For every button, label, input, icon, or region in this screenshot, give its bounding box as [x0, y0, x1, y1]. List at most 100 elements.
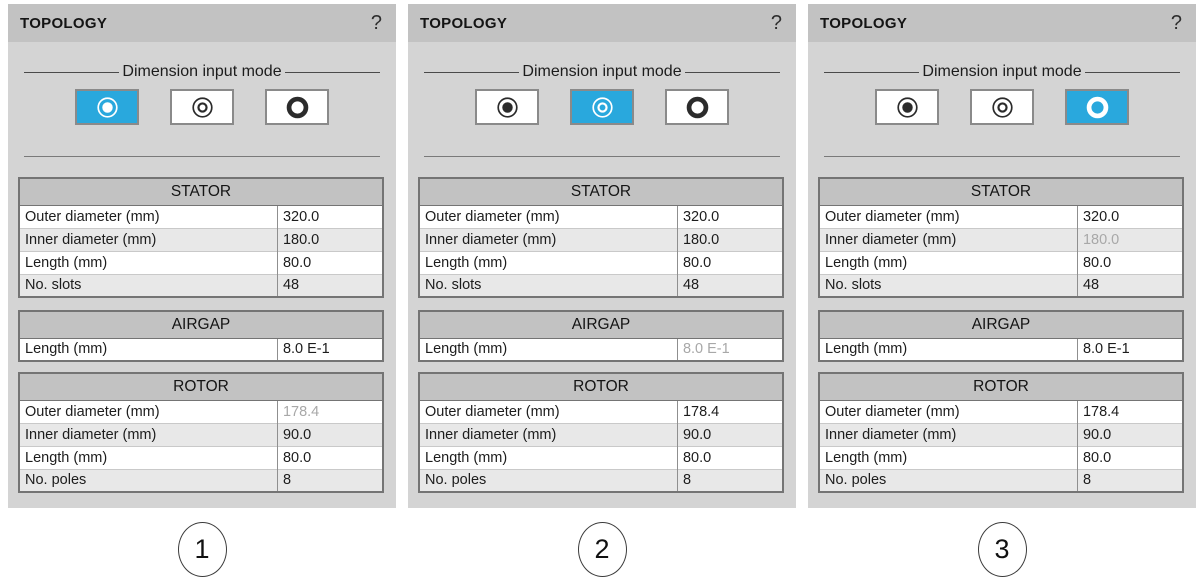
stator-outer-diameter-input[interactable]: 320.0: [677, 205, 783, 228]
rotor-table-header: ROTOR: [19, 373, 383, 400]
dimension-input-mode-legend: Dimension input mode: [24, 62, 380, 82]
help-question-icon[interactable]: ?: [371, 13, 382, 33]
table-row: Length (mm) 80.0: [819, 446, 1183, 469]
help-question-icon[interactable]: ?: [1171, 13, 1182, 33]
table-row: Outer diameter (mm) 178.4: [419, 400, 783, 423]
row-label: Inner diameter (mm): [19, 423, 277, 446]
dimension-mode-1-button[interactable]: [875, 89, 939, 125]
stator-outer-diameter-input[interactable]: 320.0: [1077, 205, 1183, 228]
dimension-mode-2-button[interactable]: [170, 89, 234, 125]
dimension-input-mode-label: Dimension input mode: [919, 63, 1084, 81]
row-label: Inner diameter (mm): [419, 423, 677, 446]
radio-thick-ring-icon: [1084, 94, 1111, 121]
stator-table: STATOR Outer diameter (mm) 320.0 Inner d…: [418, 177, 784, 298]
dimension-mode-1-button[interactable]: [475, 89, 539, 125]
row-label: Length (mm): [419, 446, 677, 469]
figure-number-badge: 2: [578, 522, 627, 577]
stator-inner-diameter-input[interactable]: 180.0: [677, 228, 783, 251]
dimension-mode-3-button[interactable]: [265, 89, 329, 125]
stator-slots-input[interactable]: 48: [677, 274, 783, 297]
table-row: Length (mm) 80.0: [419, 251, 783, 274]
rotor-table: ROTOR Outer diameter (mm) 178.4 Inner di…: [818, 372, 1184, 493]
row-label: Length (mm): [419, 338, 677, 361]
table-row: Inner diameter (mm) 180.0: [19, 228, 383, 251]
row-label: Inner diameter (mm): [819, 423, 1077, 446]
table-row: No. poles 8: [19, 469, 383, 492]
separator-line: [24, 156, 380, 157]
table-row: No. slots 48: [419, 274, 783, 297]
caption-row: 3: [808, 522, 1196, 577]
stator-length-input[interactable]: 80.0: [677, 251, 783, 274]
airgap-length-input[interactable]: 8.0 E-1: [277, 338, 383, 361]
topology-panel-2: TOPOLOGY ? Dimension input mode: [408, 4, 796, 508]
table-row: Inner diameter (mm) 180.0: [419, 228, 783, 251]
radio-filled-center-icon: [894, 94, 921, 121]
rotor-poles-input[interactable]: 8: [277, 469, 383, 492]
table-row: Length (mm) 80.0: [19, 446, 383, 469]
dimension-mode-buttons: [408, 89, 796, 125]
stator-slots-input[interactable]: 48: [1077, 274, 1183, 297]
stator-slots-input[interactable]: 48: [277, 274, 383, 297]
row-label: Outer diameter (mm): [419, 400, 677, 423]
radio-filled-center-icon: [94, 94, 121, 121]
dimension-mode-2-button[interactable]: [970, 89, 1034, 125]
row-label: Inner diameter (mm): [419, 228, 677, 251]
row-label: Length (mm): [819, 338, 1077, 361]
table-row: Length (mm) 8.0 E-1: [419, 338, 783, 361]
dimension-mode-3-button[interactable]: [665, 89, 729, 125]
row-label: No. slots: [19, 274, 277, 297]
airgap-length-computed: 8.0 E-1: [677, 338, 783, 361]
rotor-inner-diameter-input[interactable]: 90.0: [677, 423, 783, 446]
rotor-length-input[interactable]: 80.0: [677, 446, 783, 469]
table-row: Outer diameter (mm) 320.0: [819, 205, 1183, 228]
row-label: Outer diameter (mm): [819, 205, 1077, 228]
rotor-table: ROTOR Outer diameter (mm) 178.4 Inner di…: [418, 372, 784, 493]
dimension-mode-3-button[interactable]: [1065, 89, 1129, 125]
row-label: No. slots: [419, 274, 677, 297]
help-question-icon[interactable]: ?: [771, 13, 782, 33]
row-label: Length (mm): [19, 446, 277, 469]
figure-number-badge: 3: [978, 522, 1027, 577]
row-label: Length (mm): [19, 251, 277, 274]
stator-length-input[interactable]: 80.0: [1077, 251, 1183, 274]
radio-inner-ring-icon: [989, 94, 1016, 121]
panel-column-2: TOPOLOGY ? Dimension input mode: [408, 4, 796, 587]
radio-inner-ring-icon: [589, 94, 616, 121]
stator-table-header: STATOR: [419, 178, 783, 205]
table-row: No. slots 48: [819, 274, 1183, 297]
row-label: No. slots: [819, 274, 1077, 297]
row-label: Length (mm): [819, 446, 1077, 469]
table-row: Inner diameter (mm) 90.0: [19, 423, 383, 446]
rotor-outer-diameter-input[interactable]: 178.4: [1077, 400, 1183, 423]
airgap-length-input[interactable]: 8.0 E-1: [1077, 338, 1183, 361]
rotor-inner-diameter-input[interactable]: 90.0: [1077, 423, 1183, 446]
radio-inner-ring-icon: [189, 94, 216, 121]
dimension-mode-1-button[interactable]: [75, 89, 139, 125]
table-row: Outer diameter (mm) 178.4: [19, 400, 383, 423]
panel-header: TOPOLOGY ?: [408, 4, 796, 42]
panel-header: TOPOLOGY ?: [8, 4, 396, 42]
rotor-poles-input[interactable]: 8: [1077, 469, 1183, 492]
table-row: Length (mm) 8.0 E-1: [19, 338, 383, 361]
stator-outer-diameter-input[interactable]: 320.0: [277, 205, 383, 228]
stator-inner-diameter-input[interactable]: 180.0: [277, 228, 383, 251]
row-label: Outer diameter (mm): [19, 205, 277, 228]
rotor-length-input[interactable]: 80.0: [277, 446, 383, 469]
table-row: Length (mm) 80.0: [419, 446, 783, 469]
row-label: No. poles: [19, 469, 277, 492]
airgap-table: AIRGAP Length (mm) 8.0 E-1: [418, 310, 784, 362]
rotor-poles-input[interactable]: 8: [677, 469, 783, 492]
rotor-length-input[interactable]: 80.0: [1077, 446, 1183, 469]
rotor-outer-diameter-input[interactable]: 178.4: [677, 400, 783, 423]
radio-filled-center-icon: [494, 94, 521, 121]
dimension-input-mode-label: Dimension input mode: [119, 63, 284, 81]
stator-table: STATOR Outer diameter (mm) 320.0 Inner d…: [818, 177, 1184, 298]
caption-row: 1: [8, 522, 396, 577]
table-row: Inner diameter (mm) 180.0: [819, 228, 1183, 251]
dimension-mode-2-button[interactable]: [570, 89, 634, 125]
rotor-inner-diameter-input[interactable]: 90.0: [277, 423, 383, 446]
legend-line-right: [285, 72, 380, 73]
stator-length-input[interactable]: 80.0: [277, 251, 383, 274]
panel-column-1: TOPOLOGY ? Dimension input mode: [8, 4, 396, 587]
table-row: No. poles 8: [419, 469, 783, 492]
